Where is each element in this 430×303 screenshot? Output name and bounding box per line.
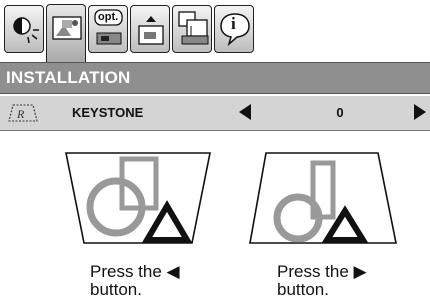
tab-info-label: i (231, 14, 236, 33)
keystone-value: 0 (336, 105, 344, 120)
keystone-right-arrow-icon[interactable] (414, 104, 426, 120)
left-instruction-line2: button. (90, 280, 142, 299)
tab-options[interactable]: opt. (88, 5, 128, 53)
keystone-right-illustration (249, 152, 397, 244)
left-instruction-line1: Press the ◀ (90, 262, 180, 281)
right-instruction: Press the ▶ button. (277, 263, 367, 299)
tab-installation[interactable] (172, 5, 212, 53)
tab-brightness[interactable] (4, 5, 44, 53)
right-instruction-line2: button. (277, 280, 329, 299)
section-header: INSTALLATION (0, 62, 430, 94)
tab-picture[interactable] (46, 4, 86, 62)
tab-info[interactable]: i (214, 5, 254, 53)
picture-image-icon (52, 16, 82, 40)
keystone-label: KEYSTONE (72, 105, 144, 120)
keystone-left-arrow-icon[interactable] (239, 104, 251, 120)
svg-text:R: R (16, 107, 25, 121)
right-instruction-line1: Press the ▶ (277, 262, 367, 281)
tab-screen[interactable] (130, 5, 170, 53)
installation-icon (178, 11, 209, 45)
screen-display-icon (138, 16, 164, 45)
menu-tab-bar: opt. i (0, 0, 430, 64)
keystone-row[interactable]: R KEYSTONE 0 (0, 96, 430, 131)
brightness-icon (13, 17, 39, 44)
keystone-left-illustration (65, 152, 211, 244)
section-title: INSTALLATION (6, 68, 131, 87)
left-instruction: Press the ◀ button. (90, 263, 180, 299)
tab-options-label: opt. (98, 11, 119, 23)
keystone-icon: R (8, 104, 38, 122)
